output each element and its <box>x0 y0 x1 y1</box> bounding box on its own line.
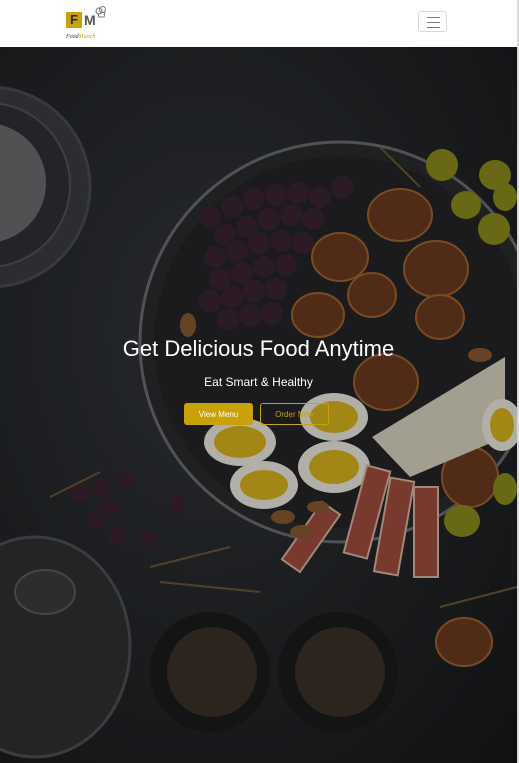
wordmark-munch: Munch <box>78 34 96 40</box>
brand-logo[interactable]: F M FoodMunch <box>66 5 108 43</box>
hero-content: Get Delicious Food Anytime Eat Smart & H… <box>0 335 517 389</box>
logo-letter-f: F <box>70 12 78 27</box>
hamburger-menu-icon <box>427 17 440 18</box>
wordmark-food: Food <box>66 34 79 40</box>
hero-title: Get Delicious Food Anytime <box>122 336 395 361</box>
navbar: F M FoodMunch <box>0 0 519 47</box>
view-menu-button[interactable]: View Menu <box>184 403 253 425</box>
hero-subtitle: Eat Smart & Healthy <box>204 375 313 389</box>
order-now-button[interactable]: Order Now <box>260 403 329 425</box>
chef-hat-icon <box>95 6 106 18</box>
brand-wordmark: FoodMunch <box>66 34 95 40</box>
hero-background-image <box>0 47 517 763</box>
navbar-toggler-button[interactable] <box>418 11 447 32</box>
hamburger-line <box>427 22 440 23</box>
hamburger-line <box>427 27 440 28</box>
hero-section: Get Delicious Food Anytime Eat Smart & H… <box>0 47 519 763</box>
